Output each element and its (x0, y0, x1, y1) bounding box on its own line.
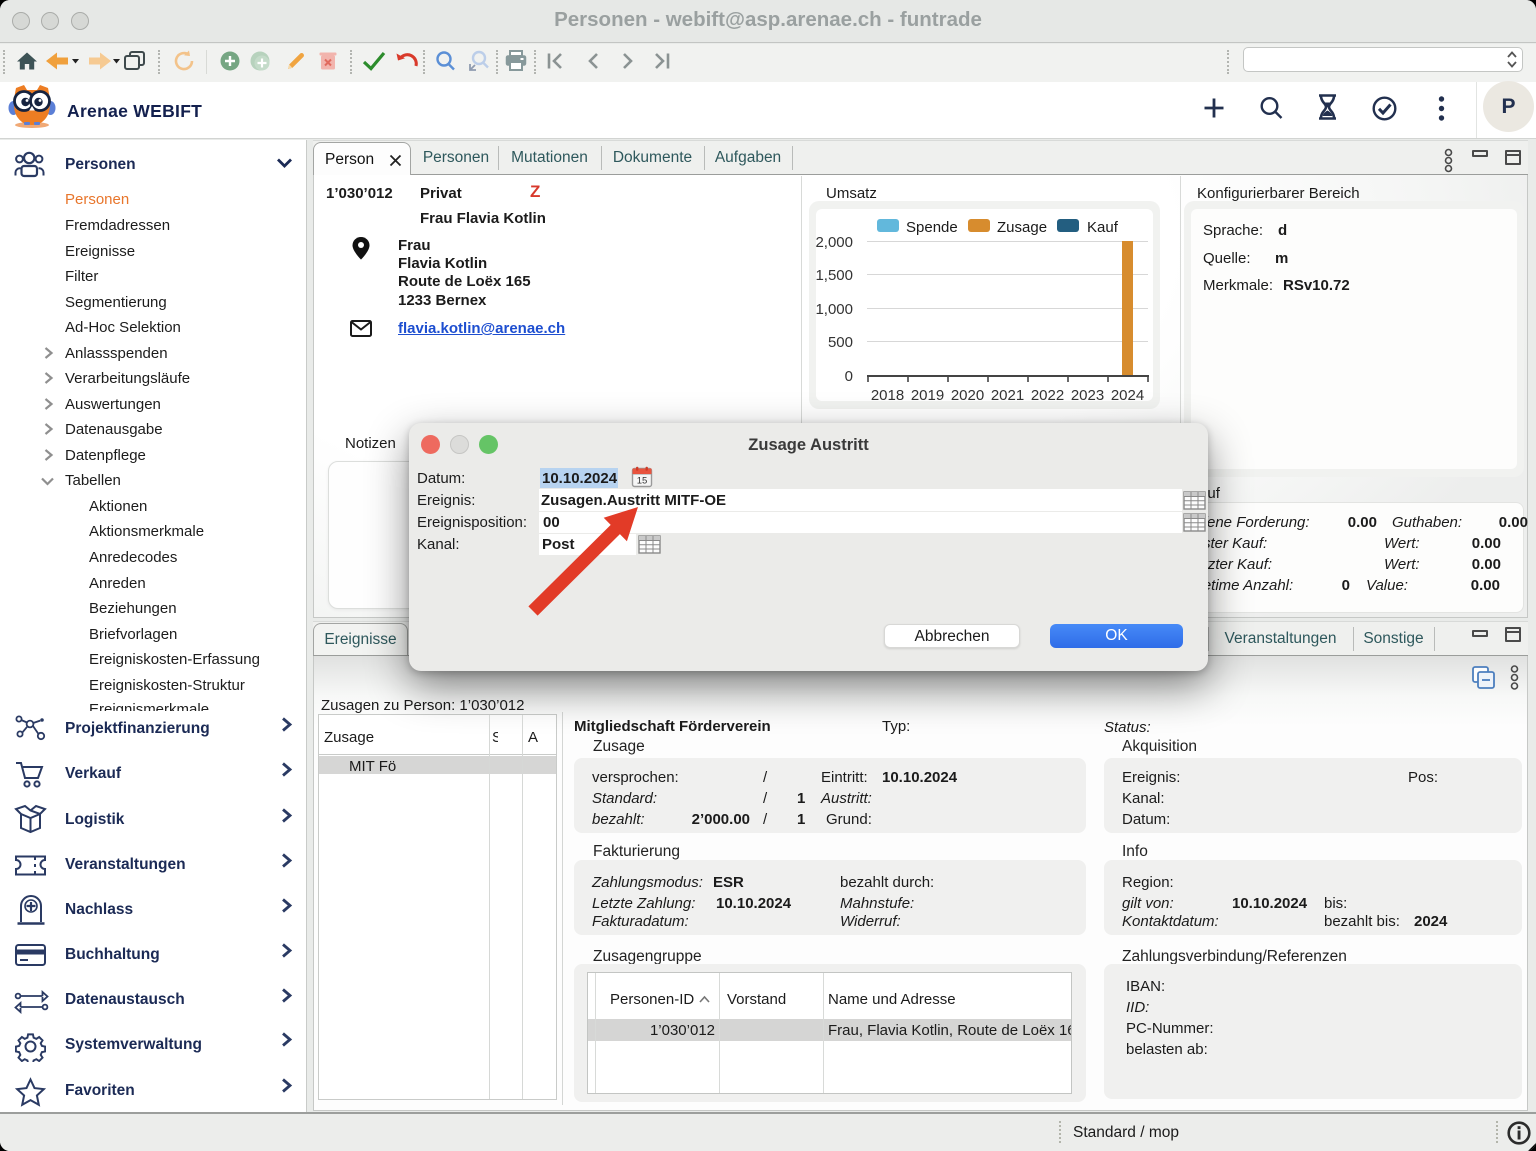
svg-text:15: 15 (637, 476, 648, 487)
